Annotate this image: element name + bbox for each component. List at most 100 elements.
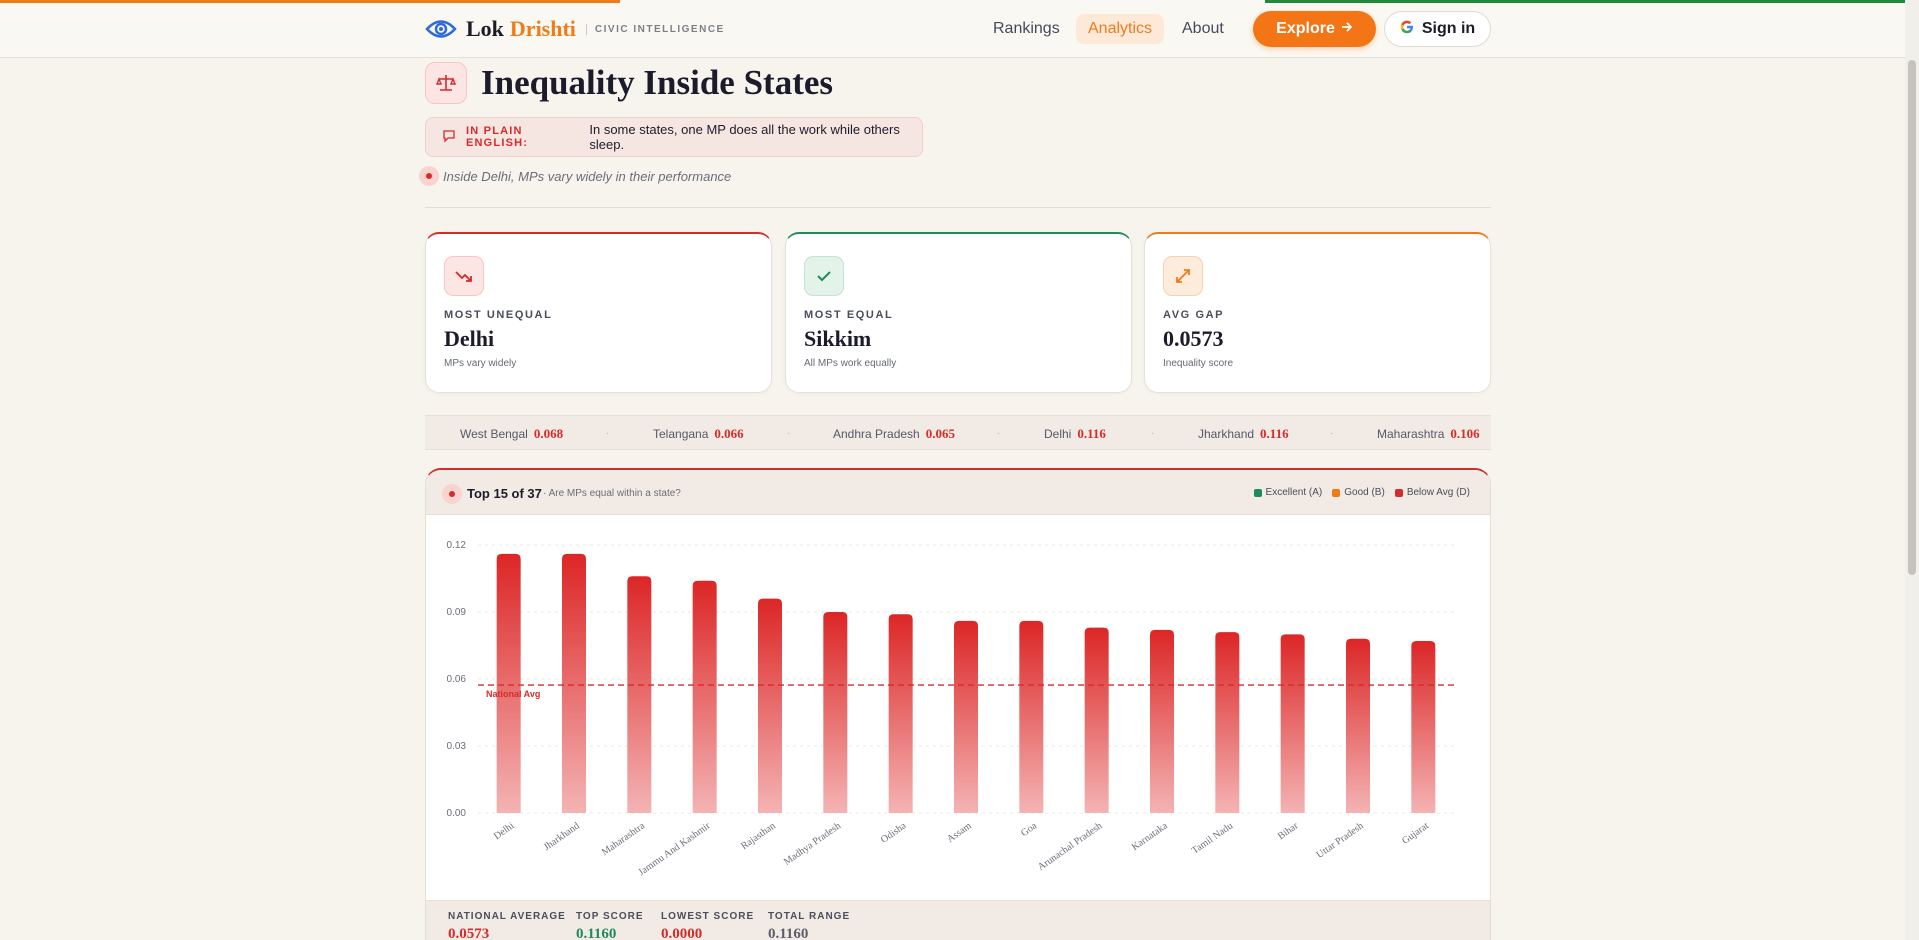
bar (1280, 634, 1305, 813)
bar (1411, 641, 1436, 813)
legend-label: Excellent (A) (1265, 487, 1323, 498)
ticker-state: Delhi (1044, 427, 1072, 441)
x-tick-label: Arunachal Pradesh (1036, 820, 1104, 872)
ticker-value: 0.106 (1450, 426, 1480, 441)
x-tick-label: Jharkhand (542, 820, 582, 853)
summary-label: TOTAL RANGE (768, 911, 851, 922)
summary-national-average: NATIONAL AVERAGE 0.0573 (448, 911, 566, 940)
eye-logo-icon (424, 12, 458, 46)
saffron-stripe (0, 0, 620, 3)
bar (627, 576, 652, 813)
y-tick-label: 0.12 (447, 540, 467, 551)
stat-card-avg-gap: AVG GAP 0.0573 Inequality score (1144, 232, 1491, 393)
y-tick-label: 0.06 (447, 674, 467, 685)
nav-rankings[interactable]: Rankings (981, 14, 1072, 44)
scrollbar-thumb[interactable] (1908, 60, 1916, 575)
ticker-state: Telangana (653, 427, 709, 441)
y-tick-label: 0.03 (447, 741, 467, 752)
speech-bubble-icon (442, 129, 456, 146)
ticker-value: 0.065 (925, 426, 955, 441)
stat-description: All MPs work equally (804, 358, 897, 369)
x-tick-label: Odisha (879, 820, 909, 846)
pulse-dot-icon (419, 166, 439, 186)
summary-value: 0.0573 (448, 926, 490, 940)
brand-logo-link[interactable]: Lok Drishti CIVIC INTELLIGENCE (424, 12, 725, 46)
summary-label: LOWEST SCORE (661, 911, 755, 922)
stat-value: 0.0573 (1163, 326, 1224, 351)
nav-analytics[interactable]: Analytics (1076, 14, 1165, 44)
stat-label: MOST UNEQUAL (444, 309, 553, 321)
chart-panel-subtitle-text: Are MPs equal within a state? (548, 488, 681, 499)
stat-description: MPs vary widely (444, 358, 517, 369)
ticker-state: Jharkhand (1198, 427, 1255, 441)
ticker-state: West Bengal (460, 427, 528, 441)
legend-item-below-avg: Below Avg (D) (1394, 487, 1470, 498)
summary-value: 0.1160 (768, 926, 809, 940)
legend-label: Below Avg (D) (1406, 487, 1470, 498)
ticker-state: Andhra Pradesh (833, 427, 920, 441)
pulse-dot-icon (442, 484, 462, 504)
ticker-separator: · (997, 428, 1001, 439)
stat-label: AVG GAP (1163, 309, 1225, 321)
scale-balance-icon (425, 62, 467, 104)
summary-label: NATIONAL AVERAGE (448, 911, 566, 922)
legend-swatch (1394, 488, 1403, 497)
explore-button[interactable]: Explore (1253, 11, 1376, 47)
page-title: Inequality Inside States (481, 63, 834, 102)
bar (758, 598, 782, 813)
x-tick-label: Gujarat (1400, 820, 1431, 846)
chart-panel-header: Top 15 of 37 · Are MPs equal within a st… (426, 470, 1490, 515)
ticker-separator: · (787, 428, 791, 439)
brand-name: Lok Drishti (466, 16, 576, 42)
plain-english-callout: IN PLAIN ENGLISH: In some states, one MP… (425, 117, 923, 157)
page-heading: Inequality Inside States (425, 62, 833, 104)
bar (1084, 627, 1109, 813)
y-tick-label: 0.09 (447, 607, 467, 618)
stat-card-most-unequal: MOST UNEQUAL Delhi MPs vary widely (425, 232, 772, 393)
insight-note: Inside Delhi, MPs vary widely in their p… (419, 166, 731, 186)
insight-note-text: Inside Delhi, MPs vary widely in their p… (443, 168, 732, 184)
legend-swatch (1253, 488, 1262, 497)
x-tick-label: Jammu And Kashmir (636, 820, 712, 878)
section-divider (425, 207, 1491, 208)
plain-english-label: IN PLAIN ENGLISH: (466, 125, 529, 149)
ticker-item: Telangana 0.066 (653, 426, 744, 442)
brand-tagline: CIVIC INTELLIGENCE (585, 23, 725, 35)
bar (1150, 629, 1174, 813)
plain-english-text: In some states, one MP does all the work… (589, 122, 900, 152)
bar (954, 620, 978, 813)
page-scrollbar[interactable] (1905, 0, 1919, 940)
sign-in-button[interactable]: Sign in (1384, 11, 1491, 47)
explore-label: Explore (1276, 20, 1335, 37)
ticker-value: 0.116 (1260, 426, 1289, 441)
ticker-item: Maharashtra 0.106 (1377, 426, 1480, 442)
green-stripe (1265, 0, 1905, 3)
bar (692, 580, 717, 813)
chart-panel-title: Top 15 of 37 (467, 486, 542, 501)
nav-about[interactable]: About (1170, 14, 1236, 44)
expand-arrows-icon (1163, 256, 1203, 296)
stat-description: Inequality score (1163, 358, 1234, 369)
x-tick-label: Rajasthan (739, 820, 778, 852)
legend-item-good: Good (B) (1332, 487, 1385, 498)
x-tick-label: Delhi (492, 820, 517, 842)
trending-down-icon (444, 256, 484, 296)
x-tick-label: Bihar (1276, 820, 1301, 842)
ticker-state: Maharashtra (1377, 427, 1445, 441)
ticker-item: Delhi 0.116 (1044, 426, 1106, 442)
bar (823, 612, 848, 813)
bar (1019, 620, 1044, 813)
ticker-item: Andhra Pradesh 0.065 (833, 426, 955, 442)
bar (1215, 632, 1240, 813)
summary-lowest-score: LOWEST SCORE 0.0000 (661, 911, 754, 940)
stat-value: Delhi (444, 326, 495, 351)
bar (562, 553, 586, 813)
legend-item-excellent: Excellent (A) (1253, 487, 1323, 498)
y-tick-label: 0.00 (447, 808, 467, 819)
summary-value: 0.0000 (661, 926, 703, 940)
state-ticker: West Bengal 0.068 · Telangana 0.066 · Andh… (425, 415, 1491, 450)
chart-panel-subtitle: · Are MPs equal within a state? (543, 488, 681, 499)
google-icon (1400, 20, 1414, 39)
summary-top-score: TOP SCORE 0.1160 (576, 911, 644, 940)
legend-swatch (1332, 488, 1341, 497)
